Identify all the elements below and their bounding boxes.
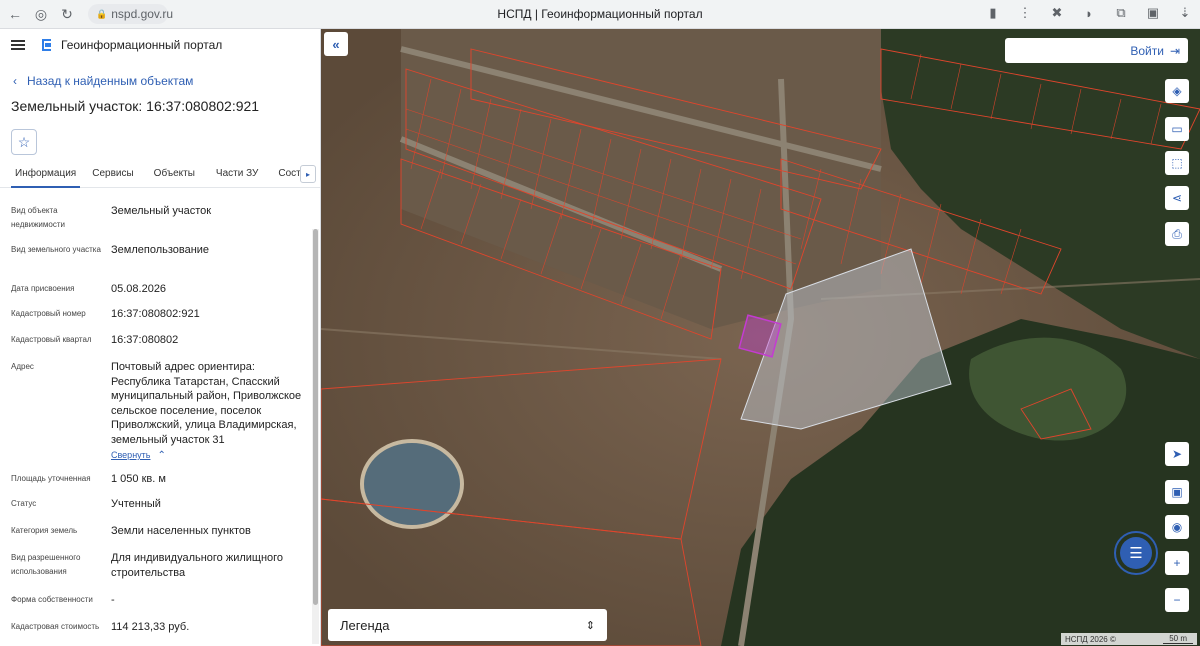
property-value: Для индивидуального жилищного строительс…: [111, 552, 284, 579]
tab-parts[interactable]: Части ЗУ: [216, 163, 258, 188]
property-value: Учтенный: [111, 498, 161, 510]
extension-hat-icon[interactable]: ◗: [1080, 4, 1098, 22]
pond: [360, 439, 464, 529]
extension-puzzle-icon[interactable]: ⧉: [1112, 4, 1130, 22]
scrollbar-thumb[interactable]: [313, 229, 318, 605]
property-key: Площадь уточненная: [11, 474, 91, 483]
tab-information[interactable]: Информация: [11, 163, 81, 188]
zoom-out-icon[interactable]: −: [1165, 588, 1189, 612]
property-value: Земельный участок: [111, 205, 212, 217]
property-value: Земли населенных пунктов: [111, 525, 251, 537]
property-value: 16:37:080802: [111, 334, 179, 346]
property-key: Кадастровый номер: [11, 309, 86, 318]
browser-toolbar: ← ◎ ↻ 🔒 nspd.gov.ru НСПД | Геоинформацио…: [0, 0, 1200, 29]
shield-icon[interactable]: ◎: [30, 3, 52, 25]
property-key: Вид земельного участка: [11, 245, 101, 254]
extension-k-icon[interactable]: ✖: [1048, 4, 1066, 22]
extension-badge-icon[interactable]: ▣: [1144, 4, 1162, 22]
property-value: 16:37:080802:921: [111, 308, 200, 320]
bookmark-icon[interactable]: ▮: [984, 4, 1002, 22]
login-arrow-icon: ⇥: [1169, 43, 1180, 58]
login-label: Войти: [1130, 43, 1164, 58]
legend-dropdown[interactable]: Легенда ⇕: [328, 609, 607, 641]
address-bar[interactable]: 🔒 nspd.gov.ru: [88, 4, 173, 24]
sidebar-scrollbar[interactable]: [312, 229, 319, 644]
scale-label: 50 m: [1163, 634, 1193, 644]
attribution-text: НСПД 2026 ©: [1065, 634, 1116, 644]
select-area-icon[interactable]: ⬚: [1165, 151, 1189, 175]
property-key: Форма собственности: [11, 595, 93, 604]
property-key: Кадастровый квартал: [11, 335, 92, 344]
login-button[interactable]: Войти ⇥: [1005, 38, 1188, 63]
chat-button[interactable]: ☰: [1114, 531, 1158, 575]
legend-label: Легенда: [340, 617, 390, 633]
property-key: Кадастровая стоимость: [11, 622, 100, 631]
satellite-map[interactable]: [321, 29, 1200, 646]
back-arrow-icon[interactable]: ←: [4, 3, 26, 25]
property-key: Вид разрешенного использования: [11, 553, 81, 576]
app-header: Геоинформационный портал: [0, 29, 320, 61]
ruler-icon[interactable]: ▭: [1165, 117, 1189, 141]
navigate-icon[interactable]: ➤: [1165, 442, 1189, 466]
property-value: Почтовый адрес ориентира: Республика Тат…: [111, 361, 302, 446]
portal-logo-icon: [42, 39, 51, 51]
property-key: Дата присвоения: [11, 284, 75, 293]
print-icon[interactable]: ⎙: [1165, 222, 1189, 246]
map-view[interactable]: « Войти ⇥ ◈ ▭ ⬚ ⋖ ⎙ ➤ ▣ ◉ + − ☰ Легенда …: [321, 29, 1200, 646]
reload-icon[interactable]: ↻: [56, 3, 78, 25]
chevron-up-icon[interactable]: ⌃: [158, 450, 166, 461]
chevron-updown-icon: ⇕: [585, 619, 595, 632]
chevron-left-icon: ‹: [13, 74, 17, 88]
property-key: Категория земель: [11, 526, 78, 535]
property-value: 114 213,33 руб.: [111, 621, 190, 633]
collapse-panel-button[interactable]: «: [324, 32, 348, 56]
download-icon[interactable]: ⇣: [1176, 4, 1194, 22]
layers-icon[interactable]: ◈: [1165, 79, 1189, 103]
chat-icon: ☰: [1120, 537, 1152, 569]
info-sidebar: Геоинформационный портал ‹ Назад к найде…: [0, 29, 321, 646]
property-key: Адрес: [11, 362, 34, 371]
property-value: 05.08.2026: [111, 283, 167, 295]
menu-dots-icon[interactable]: ⋮: [1016, 4, 1034, 22]
location-icon[interactable]: ◉: [1165, 515, 1189, 539]
tab-services[interactable]: Сервисы: [92, 163, 133, 188]
back-to-results-link[interactable]: ‹ Назад к найденным объектам: [0, 72, 320, 90]
property-value: 1 050 кв. м: [111, 473, 166, 485]
property-key: Статус: [11, 499, 37, 508]
share-icon[interactable]: ⋖: [1165, 186, 1189, 210]
property-value: -: [111, 594, 115, 606]
info-tabs: Информация Сервисы Объекты Части ЗУ Сост…: [0, 163, 320, 188]
map-window-icon[interactable]: ▣: [1165, 480, 1189, 504]
collapse-link[interactable]: Свернуть: [111, 450, 150, 460]
property-value: Землепользование: [111, 244, 210, 256]
hamburger-menu-icon[interactable]: [11, 40, 25, 50]
lock-icon: 🔒: [96, 8, 108, 19]
url-text: nspd.gov.ru: [111, 7, 174, 21]
star-icon: ☆: [17, 133, 31, 150]
favorite-button[interactable]: ☆: [11, 129, 37, 155]
tab-objects[interactable]: Объекты: [154, 163, 195, 188]
app-title: Геоинформационный портал: [61, 38, 223, 52]
tabs-scroll-right-icon[interactable]: ▸: [300, 165, 316, 183]
zoom-in-icon[interactable]: +: [1165, 551, 1189, 575]
object-title: Земельный участок: 16:37:080802:921: [11, 98, 260, 114]
back-link-label: Назад к найденным объектам: [27, 74, 194, 88]
property-key: Вид объекта недвижимости: [11, 206, 65, 229]
map-attribution: НСПД 2026 © 50 m: [1061, 633, 1197, 645]
